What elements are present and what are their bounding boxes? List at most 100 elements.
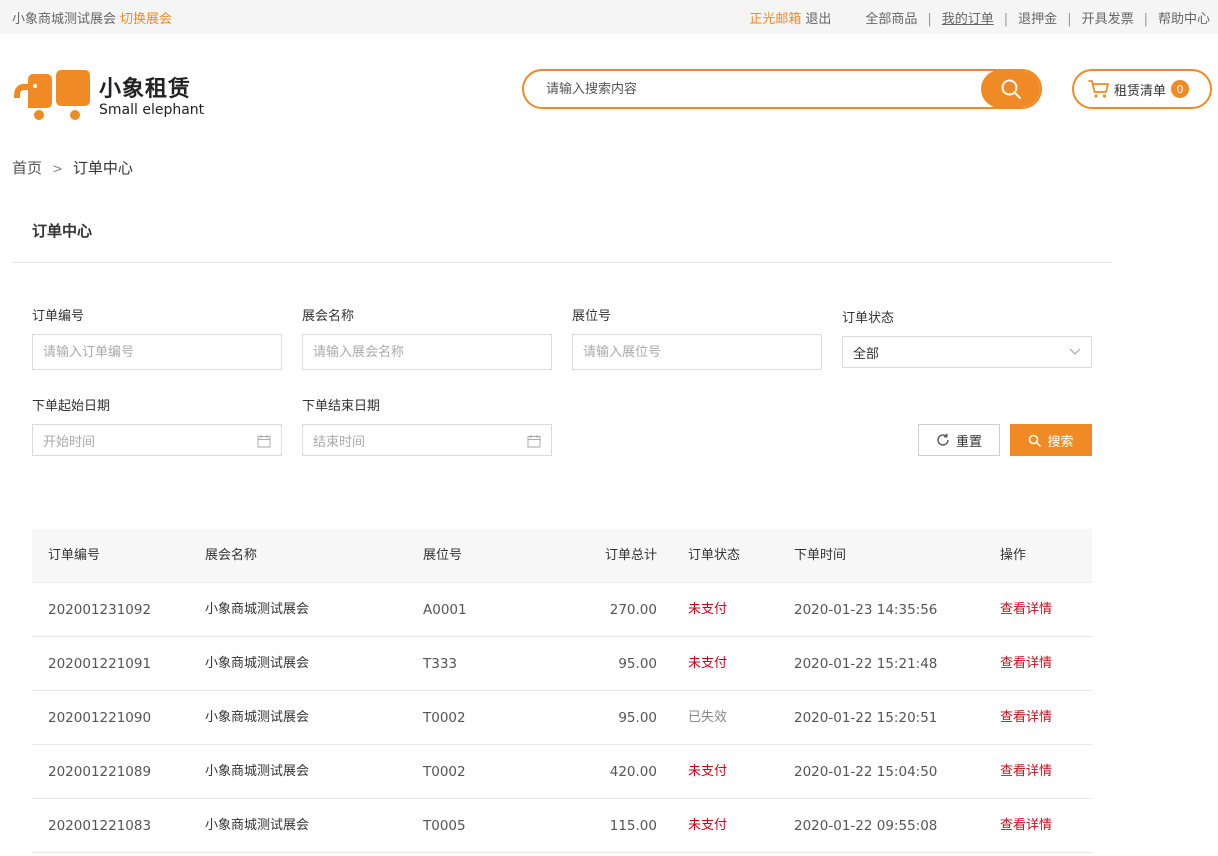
username: 正光邮箱 bbox=[749, 12, 802, 27]
nav-my-orders[interactable]: 我的订单 bbox=[942, 12, 994, 27]
view-details-link[interactable]: 查看详情 bbox=[1000, 691, 1052, 745]
expo-name-label: 展会名称 bbox=[302, 309, 355, 324]
header-order-time: 下单时间 bbox=[794, 548, 847, 563]
calendar-icon bbox=[257, 435, 271, 448]
start-date-placeholder: 开始时间 bbox=[43, 434, 96, 450]
booth-no: T0002 bbox=[423, 710, 466, 726]
reset-button-label: 重置 bbox=[955, 434, 982, 450]
order-total: 420.00 bbox=[609, 764, 657, 780]
calendar-icon bbox=[527, 435, 541, 448]
order-no-input[interactable] bbox=[32, 334, 282, 370]
view-details-link[interactable]: 查看详情 bbox=[1000, 637, 1052, 691]
search-box bbox=[522, 69, 1042, 109]
order-no-label: 订单编号 bbox=[32, 309, 85, 324]
header-order-total: 订单总计 bbox=[604, 548, 657, 563]
nav-separator: | bbox=[1143, 12, 1148, 27]
nav-invoice[interactable]: 开具发票 bbox=[1082, 12, 1134, 27]
booth-no: T0005 bbox=[423, 818, 466, 834]
rental-list-count-badge: 0 bbox=[1171, 80, 1190, 98]
table-row: 202001221090 小象商城测试展会 T0002 95.00 已失效 20… bbox=[32, 691, 1092, 745]
order-time: 2020-01-22 15:04:50 bbox=[794, 764, 938, 780]
order-total: 95.00 bbox=[618, 710, 657, 726]
booth-no: A0001 bbox=[423, 602, 467, 618]
nav-help-center[interactable]: 帮助中心 bbox=[1158, 12, 1210, 27]
breadcrumb-current: 订单中心 bbox=[72, 159, 133, 177]
order-status: 未支付 bbox=[688, 818, 728, 833]
breadcrumb-home[interactable]: 首页 bbox=[12, 159, 42, 177]
order-no: 202001231092 bbox=[48, 602, 152, 618]
table-header: 订单编号 展会名称 展位号 订单总计 订单状态 下单时间 操作 bbox=[32, 529, 1092, 583]
booth-no: T333 bbox=[423, 656, 458, 672]
order-time: 2020-01-23 14:35:56 bbox=[794, 602, 938, 618]
nav-separator: | bbox=[1067, 12, 1072, 27]
expo-name: 小象商城测试展会 bbox=[205, 818, 310, 833]
order-time: 2020-01-22 15:20:51 bbox=[794, 710, 938, 726]
search-icon bbox=[1029, 434, 1042, 447]
end-date-picker[interactable]: 结束时间 bbox=[302, 424, 552, 456]
expo-name-input[interactable] bbox=[302, 334, 552, 370]
order-status-select[interactable]: 全部 bbox=[842, 336, 1092, 368]
nav-refund-deposit[interactable]: 退押金 bbox=[1018, 12, 1057, 27]
start-date-label: 下单起始日期 bbox=[32, 399, 111, 414]
site-logo[interactable]: 小象租赁 Small elephant bbox=[12, 68, 212, 122]
order-no: 202001221090 bbox=[48, 710, 152, 726]
table-row: 202001221091 小象商城测试展会 T333 95.00 未支付 202… bbox=[32, 637, 1092, 691]
breadcrumb: 首页 > 订单中心 bbox=[12, 157, 133, 178]
order-status: 未支付 bbox=[688, 602, 728, 617]
order-no: 202001221083 bbox=[48, 818, 152, 834]
order-status: 未支付 bbox=[688, 764, 728, 779]
booth-no: T0002 bbox=[423, 764, 466, 780]
expo-name: 小象商城测试展会 bbox=[205, 656, 310, 671]
order-status: 未支付 bbox=[688, 656, 728, 671]
search-input[interactable] bbox=[524, 71, 984, 107]
search-button[interactable] bbox=[981, 71, 1040, 107]
order-total: 95.00 bbox=[618, 656, 657, 672]
start-date-picker[interactable]: 开始时间 bbox=[32, 424, 282, 456]
nav-separator: | bbox=[927, 12, 932, 27]
top-nav: 正光邮箱 退出 全部商品 | 我的订单 | 退押金 | 开具发票 | 帮助中心 bbox=[749, 8, 1210, 27]
order-no: 202001221089 bbox=[48, 764, 152, 780]
reset-button[interactable]: 重置 bbox=[918, 424, 1000, 456]
cart-icon bbox=[1088, 80, 1109, 98]
booth-no-label: 展位号 bbox=[572, 309, 612, 324]
header-actions: 操作 bbox=[1000, 548, 1027, 563]
table-row: 202001221089 小象商城测试展会 T0002 420.00 未支付 2… bbox=[32, 745, 1092, 799]
end-date-label: 下单结束日期 bbox=[302, 399, 381, 414]
filter-search-button[interactable]: 搜索 bbox=[1010, 424, 1092, 456]
expo-name: 小象商城测试展会 bbox=[205, 764, 310, 779]
table-row: 202001231092 小象商城测试展会 A0001 270.00 未支付 2… bbox=[32, 583, 1092, 637]
header-order-status: 订单状态 bbox=[688, 548, 741, 563]
current-expo: 小象商城测试展会 切换展会 bbox=[12, 8, 172, 27]
nav-separator: | bbox=[1003, 12, 1009, 27]
booth-no-input[interactable] bbox=[572, 334, 822, 370]
expo-name: 小象商城测试展会 bbox=[205, 710, 310, 725]
order-no: 202001221091 bbox=[48, 656, 152, 672]
orders-table: 订单编号 展会名称 展位号 订单总计 订单状态 下单时间 操作 20200123… bbox=[32, 529, 1092, 853]
switch-expo-link[interactable]: 切换展会 bbox=[120, 12, 172, 27]
order-status: 已失效 bbox=[688, 710, 728, 725]
order-time: 2020-01-22 15:21:48 bbox=[794, 656, 938, 672]
chevron-down-icon bbox=[1069, 348, 1081, 355]
end-date-placeholder: 结束时间 bbox=[313, 434, 366, 450]
refresh-icon bbox=[937, 433, 949, 446]
header-booth-no: 展位号 bbox=[423, 548, 463, 563]
order-status-value: 全部 bbox=[853, 346, 880, 362]
order-status-label: 订单状态 bbox=[842, 311, 895, 326]
view-details-link[interactable]: 查看详情 bbox=[1000, 799, 1052, 853]
rental-list-button[interactable]: 租赁清单 0 bbox=[1072, 69, 1212, 109]
view-details-link[interactable]: 查看详情 bbox=[1000, 745, 1052, 799]
filter-search-button-label: 搜索 bbox=[1047, 434, 1074, 450]
breadcrumb-separator: > bbox=[52, 162, 63, 177]
view-details-link[interactable]: 查看详情 bbox=[1000, 583, 1052, 637]
rental-list-label: 租赁清单 bbox=[1114, 83, 1167, 99]
logout-link[interactable]: 退出 bbox=[805, 8, 831, 27]
order-time: 2020-01-22 09:55:08 bbox=[794, 818, 938, 834]
order-total: 270.00 bbox=[609, 602, 657, 618]
current-expo-name: 小象商城测试展会 bbox=[12, 12, 117, 27]
order-total: 115.00 bbox=[609, 818, 657, 834]
top-bar: 小象商城测试展会 切换展会 正光邮箱 退出 全部商品 | 我的订单 | 退押金 | 开具发票 |… bbox=[0, 0, 1218, 34]
expo-name: 小象商城测试展会 bbox=[205, 602, 310, 617]
nav-all-products[interactable]: 全部商品 bbox=[865, 12, 917, 27]
header-order-no: 订单编号 bbox=[48, 548, 101, 563]
logo-title: 小象租赁 bbox=[99, 77, 192, 102]
